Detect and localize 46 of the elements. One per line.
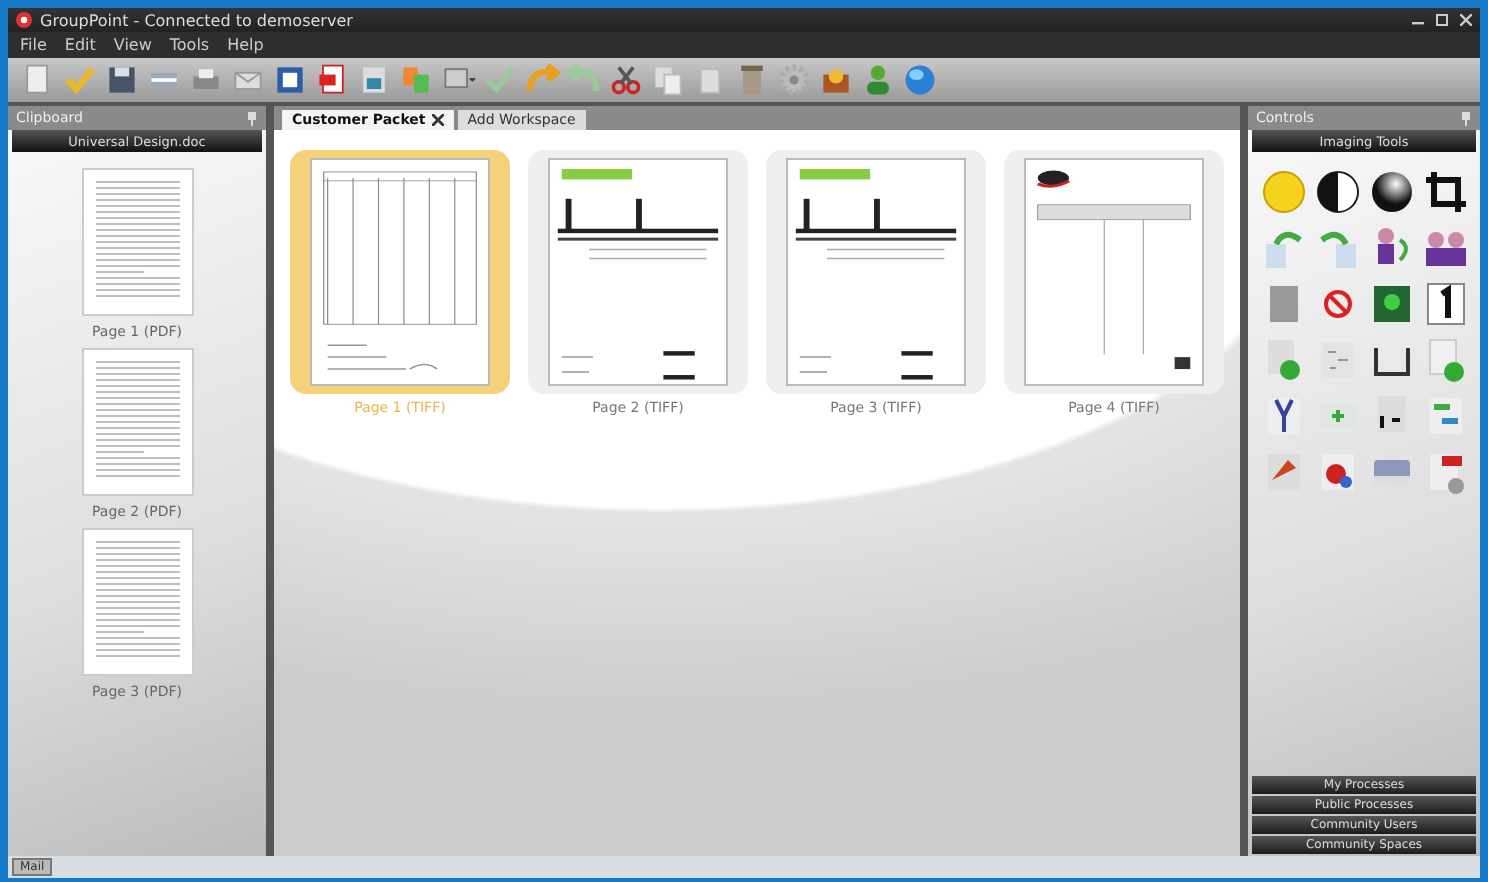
window-title: GroupPoint - Connected to demoserver xyxy=(40,11,355,29)
text-page-thumbnail[interactable] xyxy=(81,168,193,316)
pdf-button[interactable] xyxy=(314,62,350,98)
text-page-thumbnail[interactable] xyxy=(81,348,193,496)
crop-button[interactable] xyxy=(1421,168,1469,216)
pin-icon[interactable] xyxy=(1460,111,1472,125)
document-thumbnail[interactable] xyxy=(528,150,748,394)
close-icon[interactable] xyxy=(431,114,444,126)
app-logo-icon xyxy=(16,12,32,28)
word-document-button[interactable] xyxy=(272,62,308,98)
number-one-icon xyxy=(1421,280,1469,328)
globe-button[interactable] xyxy=(902,62,938,98)
floppy-disk-button[interactable] xyxy=(104,62,140,98)
scissors-icon xyxy=(608,62,644,98)
gradient-sphere-icon xyxy=(1367,168,1415,216)
circle-icon xyxy=(1259,168,1307,216)
text-page-thumbnail[interactable] xyxy=(81,528,193,676)
pin-icon[interactable] xyxy=(246,111,258,125)
contrast-icon xyxy=(1313,168,1361,216)
document-thumbnail[interactable] xyxy=(766,150,986,394)
gear-button[interactable] xyxy=(776,62,812,98)
colored-pages-button[interactable] xyxy=(398,62,434,98)
pdf-icon xyxy=(314,62,350,98)
menu-item[interactable]: File xyxy=(20,36,47,54)
globe-icon xyxy=(902,62,938,98)
copy-button[interactable] xyxy=(650,62,686,98)
copy-icon xyxy=(650,62,686,98)
scissors-button[interactable] xyxy=(608,62,644,98)
checkmark-icon xyxy=(482,62,518,98)
checkmark-button[interactable] xyxy=(482,62,518,98)
checkmark-icon xyxy=(62,62,98,98)
checkmark-button[interactable] xyxy=(62,62,98,98)
word-document-icon xyxy=(272,62,308,98)
gradient-sphere-button[interactable] xyxy=(1367,168,1415,216)
maximize-icon[interactable] xyxy=(1436,14,1448,26)
menu-item[interactable]: View xyxy=(113,36,152,54)
menu-item[interactable]: Tools xyxy=(169,36,210,54)
colored-pages-icon xyxy=(398,62,434,98)
document-thumbnail[interactable] xyxy=(290,150,510,394)
document-thumbnail[interactable] xyxy=(1004,150,1224,394)
number-one-button[interactable] xyxy=(1421,280,1469,328)
contrast-button[interactable] xyxy=(1313,168,1361,216)
menu-item[interactable]: Edit xyxy=(64,36,96,54)
menu-item[interactable]: Help xyxy=(227,36,264,54)
crop-icon xyxy=(1421,168,1469,216)
gear-icon xyxy=(776,62,812,98)
